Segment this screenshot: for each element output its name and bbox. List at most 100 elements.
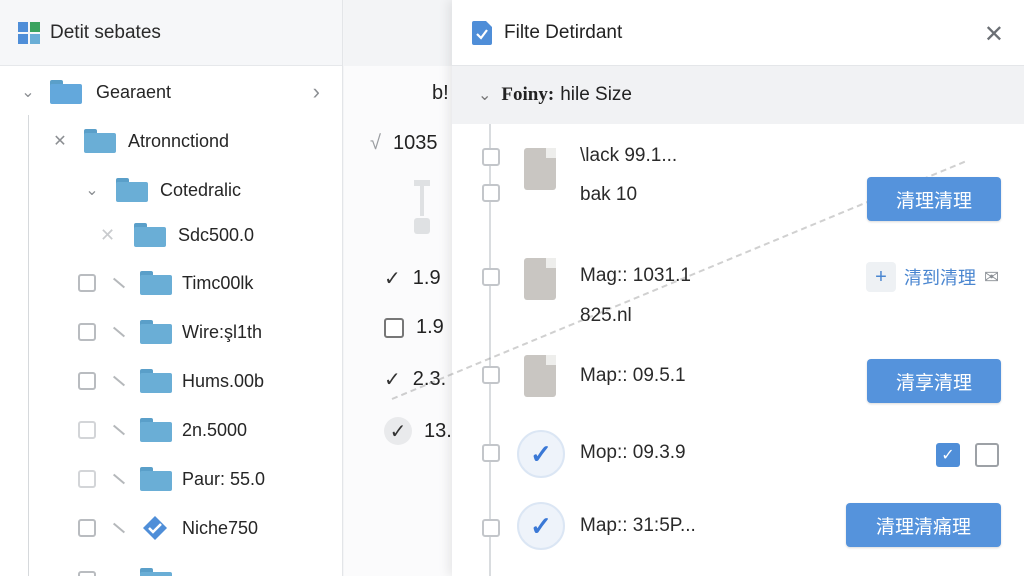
- detail-value: 1.9: [416, 316, 444, 338]
- folder-icon: [140, 320, 172, 344]
- tree-item[interactable]: Wire:şl1th: [78, 312, 262, 352]
- folder-icon: [140, 369, 172, 393]
- file-checkbox[interactable]: [482, 268, 500, 286]
- tree-item[interactable]: Hums.00b: [78, 361, 264, 401]
- unselected-checkbox[interactable]: [975, 443, 999, 467]
- detail-value: 1035: [392, 132, 438, 154]
- file-name: \lack 99.1...: [580, 145, 678, 166]
- tree-item-label: Wire:şl1th: [182, 321, 263, 342]
- tree-connector: [112, 326, 126, 338]
- file-icon: [524, 355, 556, 397]
- folder-icon: [140, 568, 172, 576]
- tree-item-label: Hums.00b: [182, 370, 265, 391]
- folder-icon: [134, 223, 166, 247]
- tree-item-label: Gearaent: [96, 81, 172, 102]
- item-checkbox[interactable]: [78, 372, 96, 390]
- chevron-down-icon[interactable]: ⌄: [18, 82, 38, 102]
- item-checkbox[interactable]: [78, 323, 96, 341]
- detail-value: 1.9: [412, 267, 441, 289]
- detail-row[interactable]: ✓ 1.9: [384, 266, 441, 291]
- file-checkbox[interactable]: [482, 519, 500, 537]
- tree-item-label: Timc00lk: [182, 272, 254, 293]
- chevron-down-icon[interactable]: ⌄: [82, 180, 102, 200]
- tree-item[interactable]: 2n.5000: [78, 410, 247, 450]
- tree-item[interactable]: ✕ Sdc500.0: [100, 215, 254, 255]
- selected-checkbox[interactable]: ✓: [936, 443, 960, 467]
- checkmark-icon[interactable]: ✓: [384, 367, 401, 392]
- tree-item-root[interactable]: ⌄ Gearaent ›: [18, 72, 328, 112]
- plus-icon[interactable]: +: [866, 262, 896, 292]
- file-name: Map:: 09.5.1: [580, 365, 686, 386]
- tree-item[interactable]: ✕ Atronnctiond: [50, 121, 229, 161]
- detail-row[interactable]: 1.9: [384, 316, 444, 339]
- close-icon[interactable]: ✕: [984, 20, 1004, 49]
- tree-item-label: Paur: 55.0: [182, 468, 266, 489]
- tree-item-label: Atronnctiond: [128, 130, 230, 151]
- tree-item-label: Sdc500.0: [178, 224, 255, 245]
- item-checkbox[interactable]: [78, 571, 96, 576]
- tree-item[interactable]: Timc00lk: [78, 263, 253, 303]
- file-icon: [524, 258, 556, 300]
- file-name: Mop:: 09.3.9: [580, 442, 686, 463]
- section-header[interactable]: ⌄ Foiny: hile Size: [452, 66, 1024, 124]
- verified-check-icon: ✓: [517, 430, 565, 478]
- item-checkbox[interactable]: [78, 421, 96, 439]
- folder-icon: [84, 129, 116, 153]
- detail-row: √ 1035: [370, 132, 437, 155]
- file-checkbox[interactable]: [482, 444, 500, 462]
- file-size: bak 10: [580, 184, 638, 205]
- item-checkbox[interactable]: [78, 274, 96, 292]
- checkmark-icon[interactable]: ✓: [384, 266, 401, 291]
- tree-item[interactable]: Niche750: [78, 508, 258, 548]
- section-label-bold: Foiny:: [501, 84, 555, 105]
- file-checkbox[interactable]: [482, 148, 500, 166]
- file-checkbox[interactable]: [482, 366, 500, 384]
- details-header: [344, 0, 452, 66]
- chevron-down-icon[interactable]: ⌄: [478, 85, 491, 105]
- verified-check-icon: ✓: [517, 502, 565, 550]
- folder-icon: [50, 80, 82, 104]
- mail-check-icon[interactable]: ✉: [984, 267, 999, 288]
- clean-link-label: 清到清理: [904, 268, 976, 288]
- file-name: Mag:: 1031.1: [580, 265, 691, 286]
- tree-connector: [112, 473, 126, 485]
- add-clean-link[interactable]: + 清到清理 ✉: [866, 262, 999, 292]
- tree-item-label: Cotedralic: [160, 179, 242, 200]
- tree-item-label: 2n.5000: [182, 419, 248, 440]
- collapse-x-icon[interactable]: ✕: [50, 131, 70, 151]
- detail-row[interactable]: ✓ 13.: [384, 417, 452, 445]
- tree-connector: [112, 522, 126, 534]
- document-check-icon: [472, 20, 492, 45]
- detail-value: b!: [432, 82, 449, 104]
- tree-connector: [112, 375, 126, 387]
- tree-item[interactable]: ⌄ Cotedralic: [82, 170, 241, 210]
- tree-connector: [112, 424, 126, 436]
- folder-icon: [140, 467, 172, 491]
- details-column: b! √ 1035 ✓ 1.9 1.9 ✓ 2.3. ✓ 13.: [344, 0, 452, 576]
- checkmark-icon[interactable]: ✓: [384, 417, 412, 445]
- item-checkbox[interactable]: [78, 519, 96, 537]
- folder-icon: [140, 271, 172, 295]
- file-checkbox[interactable]: [482, 184, 500, 202]
- file-icon: [524, 148, 556, 190]
- tree-guide-line: [28, 115, 29, 576]
- verified-badge-icon: [143, 516, 167, 540]
- clean-button[interactable]: 清理清理: [867, 177, 1001, 221]
- item-checkbox[interactable]: [78, 470, 96, 488]
- tree-item-label: Niche750: [182, 517, 259, 538]
- tree-item[interactable]: Paur: 55.0: [78, 459, 265, 499]
- file-size: 825.nl: [580, 305, 632, 326]
- tree-title: Detit sebates: [50, 21, 161, 43]
- collapse-x-icon: ✕: [100, 224, 116, 245]
- row-checkbox[interactable]: [384, 317, 404, 338]
- clean-button[interactable]: 清理清痛理: [846, 503, 1001, 547]
- section-label: hile Size: [560, 84, 633, 105]
- app-logo-icon: [18, 21, 40, 44]
- tree-item-partial[interactable]: [78, 560, 172, 576]
- dialog-header: Filte Detirdant: [452, 0, 1024, 66]
- chevron-right-icon[interactable]: ›: [313, 79, 320, 105]
- dialog-title: Filte Detirdant: [504, 21, 623, 43]
- clean-button[interactable]: 清享清理: [867, 359, 1001, 403]
- detail-value: 13.: [424, 419, 452, 442]
- folder-icon: [116, 178, 148, 202]
